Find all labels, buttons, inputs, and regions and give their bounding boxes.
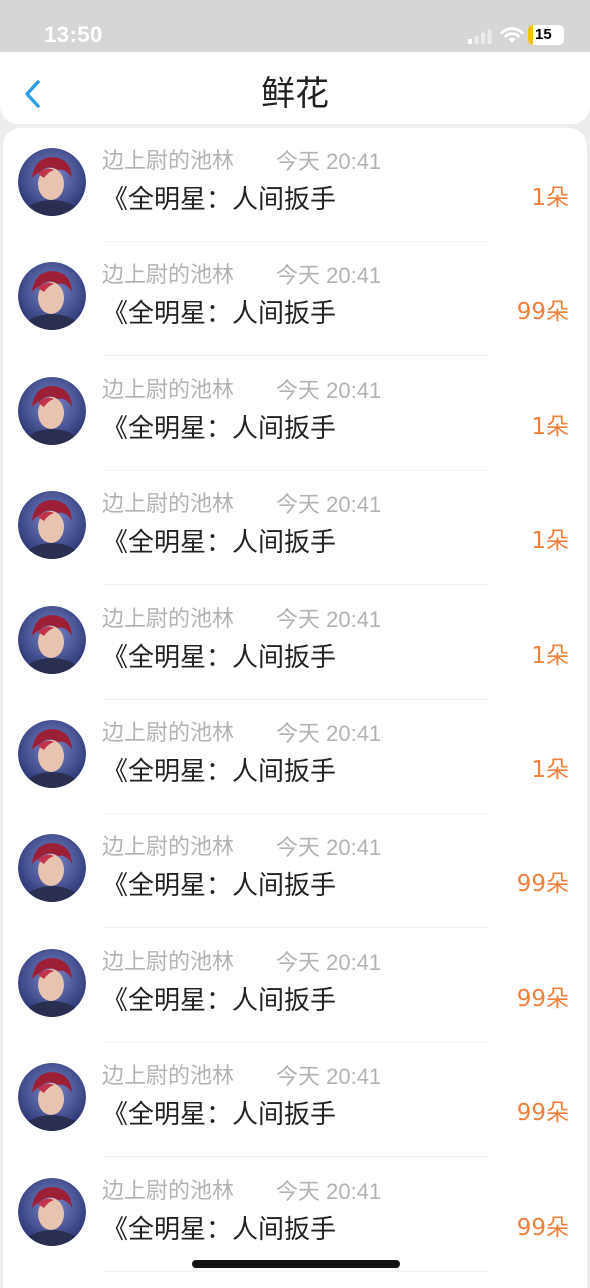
- list-item[interactable]: 边上尉的池林 今天 20:41 《全明星：人间扳手 99朵: [3, 929, 587, 1043]
- avatar[interactable]: [18, 148, 86, 216]
- avatar[interactable]: [18, 491, 86, 560]
- row-divider: [102, 1270, 488, 1272]
- list-item[interactable]: 边上尉的池林 今天 20:41 《全明星：人间扳手 99朵: [3, 242, 587, 357]
- flower-gift-list: 边上尉的池林 今天 20:41 《全明星：人间扳手 1朵 边上尉的池林 今天 20:41 《…: [3, 128, 587, 1288]
- row-author-name: 边上尉的池林: [102, 1064, 235, 1090]
- row-author-name: 边上尉的池林: [102, 1178, 235, 1204]
- list-item[interactable]: 边上尉的池林 今天 20:41 《全明星：人间扳手 99朵: [3, 1158, 587, 1272]
- avatar[interactable]: [18, 720, 86, 788]
- avatar[interactable]: [18, 948, 86, 1017]
- avatar[interactable]: [18, 376, 86, 445]
- avatar[interactable]: [18, 1063, 86, 1132]
- status-time: 13:50: [44, 22, 103, 47]
- row-flower-count: 1朵: [531, 757, 569, 783]
- nav-bar: 鲜花: [0, 52, 590, 124]
- battery-icon: 15: [528, 25, 564, 45]
- row-timestamp: 今天 20:41: [276, 949, 382, 975]
- wifi-icon: [500, 27, 524, 43]
- row-author-name: 边上尉的池林: [102, 949, 235, 975]
- row-timestamp: 今天 20:41: [276, 606, 382, 632]
- row-timestamp: 今天 20:41: [276, 149, 382, 174]
- row-book-title: 《全明星：人间扳手: [102, 1100, 337, 1131]
- row-author-name: 边上尉的池林: [102, 377, 235, 403]
- row-timestamp: 今天 20:41: [276, 721, 382, 746]
- row-timestamp: 今天 20:41: [276, 1064, 382, 1090]
- row-flower-count: 99朵: [516, 1100, 569, 1127]
- list-item[interactable]: 边上尉的池林 今天 20:41 《全明星：人间扳手 99朵: [3, 814, 587, 929]
- avatar[interactable]: [18, 834, 86, 903]
- row-author-name: 边上尉的池林: [102, 721, 235, 746]
- row-flower-count: 99朵: [516, 985, 569, 1012]
- row-book-title: 《全明星：人间扳手: [102, 757, 337, 787]
- row-flower-count: 99朵: [516, 299, 569, 326]
- row-flower-count: 99朵: [516, 871, 569, 898]
- status-bar: 13:50 15: [0, 0, 590, 52]
- row-book-title: 《全明星：人间扳手: [102, 299, 337, 330]
- row-timestamp: 今天 20:41: [276, 377, 382, 403]
- row-flower-count: 99朵: [516, 1214, 569, 1241]
- row-timestamp: 今天 20:41: [276, 492, 382, 518]
- row-author-name: 边上尉的池林: [102, 492, 235, 518]
- avatar[interactable]: [18, 1177, 86, 1246]
- list-item[interactable]: 边上尉的池林 今天 20:41 《全明星：人间扳手 1朵: [3, 700, 587, 814]
- row-timestamp: 今天 20:41: [276, 835, 382, 861]
- row-book-title: 《全明星：人间扳手: [102, 871, 337, 902]
- home-indicator[interactable]: [192, 1260, 400, 1268]
- row-book-title: 《全明星：人间扳手: [102, 413, 337, 444]
- row-book-title: 《全明星：人间扳手: [102, 185, 337, 215]
- row-flower-count: 1朵: [531, 413, 569, 440]
- row-book-title: 《全明星：人间扳手: [102, 528, 337, 559]
- avatar[interactable]: [18, 605, 86, 674]
- list-item[interactable]: 边上尉的池林 今天 20:41 《全明星：人间扳手 1朵: [3, 357, 587, 471]
- list-item[interactable]: 边上尉的池林 今天 20:41 《全明星：人间扳手 1朵: [3, 586, 587, 700]
- row-flower-count: 1朵: [531, 528, 569, 555]
- row-timestamp: 今天 20:41: [276, 263, 382, 289]
- avatar[interactable]: [18, 262, 86, 331]
- list-item[interactable]: 边上尉的池林 今天 20:41 《全明星：人间扳手 99朵: [3, 1043, 587, 1158]
- row-book-title: 《全明星：人间扳手: [102, 642, 337, 673]
- list-item[interactable]: 边上尉的池林 今天 20:41 《全明星：人间扳手 1朵: [3, 471, 587, 586]
- row-author-name: 边上尉的池林: [102, 149, 235, 174]
- row-flower-count: 1朵: [531, 642, 569, 669]
- row-book-title: 《全明星：人间扳手: [102, 1214, 337, 1245]
- page-title: 鲜花: [261, 74, 329, 114]
- row-flower-count: 1朵: [531, 185, 569, 211]
- cellular-signal-icon: [468, 29, 492, 44]
- row-author-name: 边上尉的池林: [102, 606, 235, 632]
- row-author-name: 边上尉的池林: [102, 835, 235, 861]
- row-book-title: 《全明星：人间扳手: [102, 985, 337, 1016]
- row-timestamp: 今天 20:41: [276, 1178, 382, 1204]
- battery-level: 15: [535, 26, 552, 43]
- row-author-name: 边上尉的池林: [102, 263, 235, 289]
- list-item[interactable]: 边上尉的池林 今天 20:41 《全明星：人间扳手 1朵: [3, 128, 587, 242]
